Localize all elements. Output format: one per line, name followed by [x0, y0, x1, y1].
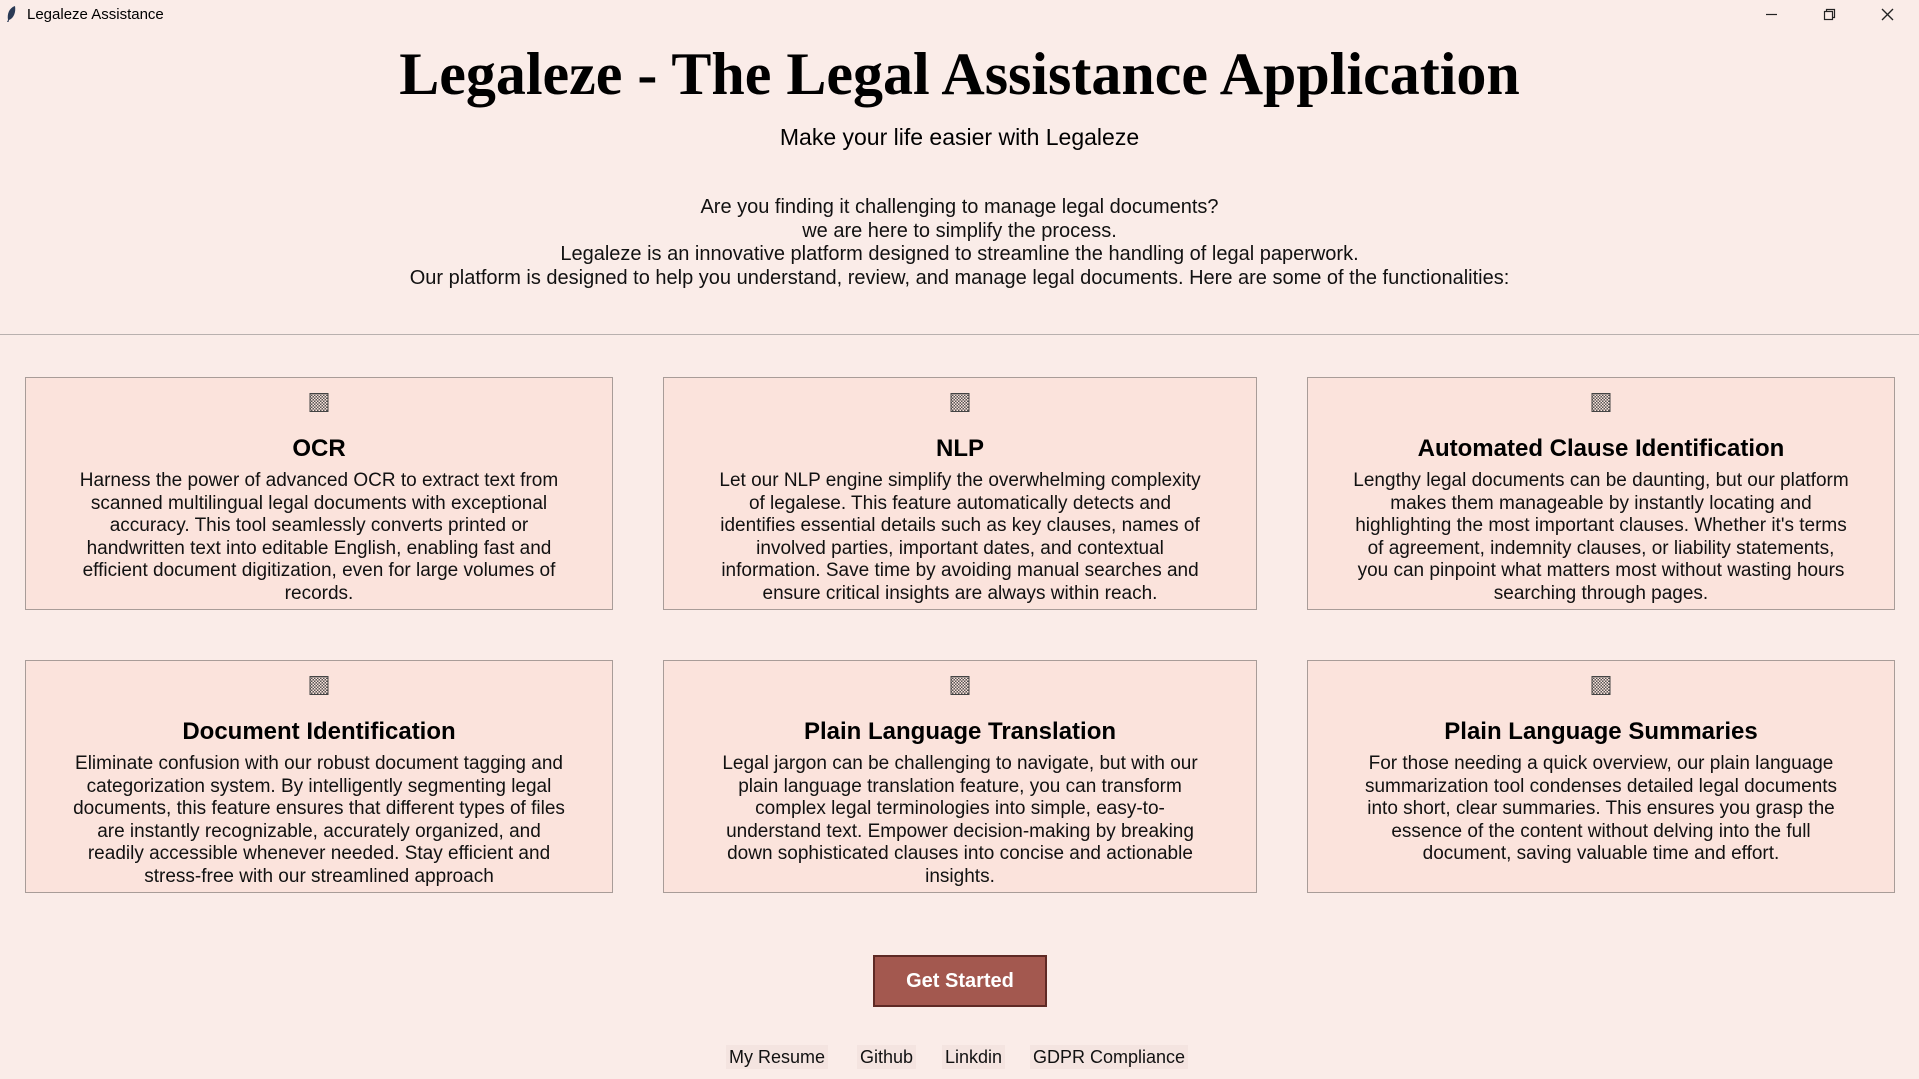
footer-link-github[interactable]: Github — [857, 1045, 917, 1069]
feature-description: Harness the power of advanced OCR to ext… — [79, 470, 559, 604]
feature-description: For those needing a quick overview, our … — [1364, 753, 1838, 864]
feature-title: Plain Language Summaries — [1444, 718, 1758, 745]
feather-icon — [7, 6, 16, 22]
image-placeholder-icon — [950, 393, 970, 412]
footer-link-linkedin[interactable]: Linkdin — [942, 1045, 1006, 1069]
restore-icon — [1823, 8, 1835, 21]
feature-title: NLP — [936, 435, 984, 462]
footer-link-resume[interactable]: My Resume — [726, 1045, 829, 1069]
feature-description: Legal jargon can be challenging to navig… — [722, 753, 1198, 887]
feature-title: Plain Language Translation — [803, 718, 1117, 745]
feature-title: Automated Clause Identification — [1417, 435, 1785, 462]
intro-line: Legaleze is an innovative platform desig… — [560, 243, 1359, 266]
feature-description: Lengthy legal documents can be daunting,… — [1353, 470, 1849, 604]
feature-card-plain-language-summaries: Plain Language Summaries For those needi… — [1307, 660, 1895, 893]
feature-title: Document Identification — [182, 718, 456, 745]
footer-link-gdpr[interactable]: GDPR Compliance — [1030, 1045, 1189, 1069]
intro-line: we are here to simplify the process. — [802, 219, 1117, 242]
feature-description: Eliminate confusion with our robust docu… — [73, 753, 565, 887]
window-titlebar: Legaleze Assistance — [0, 0, 1919, 29]
image-placeholder-icon — [950, 676, 970, 695]
intro-line: Are you finding it challenging to manage… — [700, 196, 1219, 218]
window-title: Legaleze Assistance — [27, 6, 164, 23]
header-divider — [0, 334, 1919, 335]
page-subtitle: Make your life easier with Legaleze — [779, 124, 1140, 150]
feature-card-plain-language-translation: Plain Language Translation Legal jargon … — [663, 660, 1257, 893]
image-placeholder-icon — [309, 676, 329, 695]
feature-card-clause-identification: Automated Clause Identification Lengthy … — [1307, 377, 1895, 610]
feature-card-ocr: OCR Harness the power of advanced OCR to… — [25, 377, 613, 610]
intro-line: Our platform is designed to help you und… — [409, 267, 1510, 290]
restore-button[interactable] — [1800, 0, 1858, 29]
feature-card-nlp: NLP Let our NLP engine simplify the over… — [663, 377, 1257, 610]
close-icon — [1881, 8, 1893, 21]
close-button[interactable] — [1858, 0, 1916, 29]
minimize-button[interactable] — [1742, 0, 1800, 29]
feature-description: Let our NLP engine simplify the overwhel… — [719, 470, 1201, 604]
page-title: Legaleze - The Legal Assistance Applicat… — [399, 41, 1520, 107]
intro-text: Are you finding it challenging to manage… — [0, 196, 1919, 291]
image-placeholder-icon — [309, 393, 329, 412]
image-placeholder-icon — [1591, 676, 1611, 695]
feature-card-document-identification: Document Identification Eliminate confus… — [25, 660, 613, 893]
feature-title: OCR — [292, 435, 346, 462]
minimize-icon — [1765, 13, 1777, 16]
get-started-button[interactable]: Get Started — [873, 955, 1047, 1007]
image-placeholder-icon — [1591, 393, 1611, 412]
